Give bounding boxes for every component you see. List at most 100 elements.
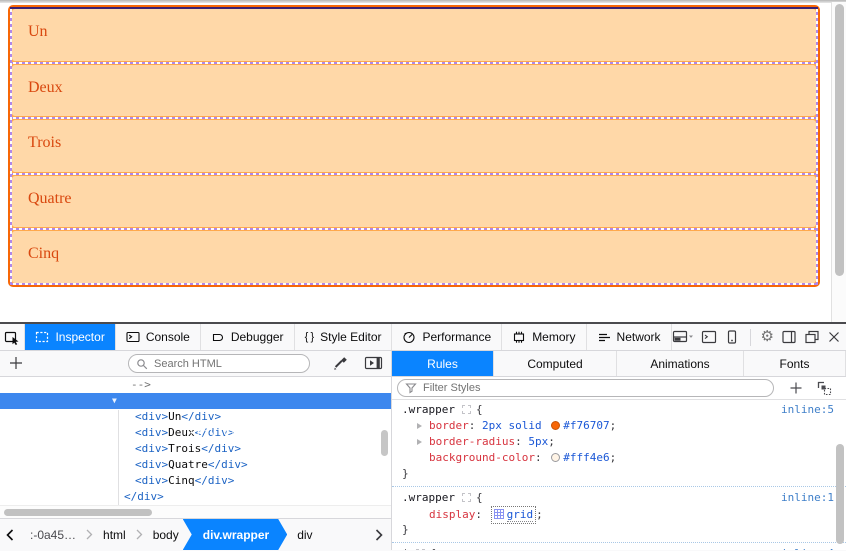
child-node[interactable]: <div>Trois</div> [0, 441, 391, 457]
grid-row-label: Deux [28, 79, 63, 96]
markup-horizontal-thumb[interactable] [4, 509, 152, 516]
indent-guide [118, 410, 119, 505]
tab-fonts[interactable]: Fonts [744, 351, 846, 376]
rules-list: .wrapper{inline:5 border: 2px solid #f76… [392, 400, 846, 550]
tab-performance[interactable]: Performance [392, 324, 502, 350]
filter-styles-box[interactable] [397, 379, 774, 397]
inspector-icon [35, 330, 49, 344]
rule-selector[interactable]: .wrapper{inline:1 [392, 490, 846, 506]
breadcrumb-item-html[interactable]: html [93, 528, 136, 542]
rule-close: } [392, 522, 846, 538]
pseudo-class-panel-icon[interactable] [816, 380, 833, 397]
breadcrumb-item-body[interactable]: body [143, 528, 189, 542]
css-declaration[interactable]: display: grid; [392, 506, 846, 522]
responsive-mode-button[interactable] [724, 329, 740, 345]
color-swatch[interactable] [551, 453, 560, 462]
rule-close: } [392, 466, 846, 482]
browser-viewport: Un Deux Trois Quatre Cinq [0, 0, 846, 322]
pick-element-button[interactable] [0, 324, 25, 350]
css-declaration[interactable]: border-radius: 5px; [392, 434, 846, 450]
tab-network[interactable]: Network [587, 324, 672, 350]
close-devtools-button[interactable] [827, 330, 841, 344]
closing-tag-node[interactable]: </div> [0, 489, 391, 505]
tab-memory[interactable]: Memory [502, 324, 586, 350]
grid-row: Cinq [10, 229, 818, 285]
markup-horizontal-scrollbar[interactable] [0, 505, 391, 518]
search-html-input[interactable] [152, 357, 282, 371]
sidebar-tabbar: Rules Computed Animations Fonts [392, 351, 846, 377]
memory-icon [512, 330, 526, 344]
expand-arrow-icon[interactable] [417, 423, 422, 429]
breadcrumb: :-0a45… html body div.wrapper div [0, 518, 391, 550]
split-console-button[interactable] [701, 329, 717, 345]
eyedropper-icon[interactable] [331, 355, 349, 373]
child-node[interactable]: <div>Un</div> [0, 409, 391, 425]
expand-caret-icon[interactable]: ▼ [112, 393, 117, 409]
rule-selector[interactable]: *{inline:4 [392, 546, 846, 550]
rule-source-link[interactable]: inline:4 [781, 546, 834, 550]
tab-label: Performance [422, 330, 491, 344]
tab-style-editor[interactable]: { } Style Editor [295, 324, 393, 350]
grid-row: Trois [10, 118, 818, 174]
add-node-button[interactable] [8, 355, 24, 371]
css-declaration[interactable]: background-color: #fff4e6; [392, 450, 846, 466]
devtools-body: --> ▼ <div class="wrapper"> <div>Un</div… [0, 351, 846, 550]
css-declaration[interactable]: border: 2px solid #f76707; [392, 418, 846, 434]
filter-icon [405, 382, 417, 394]
grid-row: Un [10, 7, 818, 63]
page-scrollbar[interactable] [831, 2, 846, 322]
devtools-panel: Inspector Console Debugger { } Style Edi… [0, 324, 846, 551]
rule-selector[interactable]: .wrapper{inline:5 [392, 402, 846, 418]
grid-row-label: Trois [28, 134, 61, 151]
selector-highlighter-icon[interactable] [462, 405, 471, 414]
search-html-box[interactable] [128, 354, 310, 373]
grid-wrapper: Un Deux Trois Quatre Cinq [8, 5, 820, 287]
sidebar-toggle-button[interactable] [781, 329, 797, 345]
debugger-icon [211, 330, 225, 344]
child-node[interactable]: <div>Quatre</div> [0, 457, 391, 473]
chevron-right-icon [86, 529, 93, 540]
tab-inspector[interactable]: Inspector [25, 324, 115, 350]
comment-end-node[interactable]: --> [0, 377, 391, 393]
rule-source-link[interactable]: inline:5 [781, 402, 834, 418]
rules-pane: Rules Computed Animations Fonts [392, 351, 846, 550]
breadcrumb-item-frame[interactable]: :-0a45… [20, 528, 86, 542]
selected-node-wrapper[interactable]: ▼ <div class="wrapper"> [0, 393, 391, 409]
rules-toolbar [392, 377, 846, 400]
breadcrumb-back-icon[interactable] [6, 529, 14, 541]
child-node[interactable]: <div>Cinq</div> [0, 473, 391, 489]
grid-highlighter-toggle-icon[interactable] [494, 509, 504, 519]
tab-label: Memory [532, 330, 575, 344]
tab-rules[interactable]: Rules [392, 351, 494, 376]
breadcrumb-item-div[interactable]: div [287, 528, 322, 542]
page-scrollbar-thumb[interactable] [835, 4, 844, 276]
tab-label: Style Editor [320, 330, 381, 344]
grid-row-label: Cinq [28, 245, 59, 262]
grid-row: Quatre [10, 174, 818, 230]
selector-highlighter-icon[interactable] [462, 493, 471, 502]
color-swatch[interactable] [551, 421, 560, 430]
markup-toolbar [0, 351, 391, 377]
breadcrumb-forward-icon[interactable] [375, 529, 383, 541]
settings-gear-icon[interactable]: ⚙ [761, 329, 774, 345]
markup-scrollbar-thumb[interactable] [381, 430, 388, 456]
filter-styles-input[interactable] [421, 381, 721, 395]
rules-scrollbar-thumb[interactable] [836, 444, 844, 544]
rule-separator [392, 542, 846, 543]
rule-source-link[interactable]: inline:1 [781, 490, 834, 506]
devtools-tabbar: Inspector Console Debugger { } Style Edi… [0, 324, 846, 351]
tab-computed[interactable]: Computed [494, 351, 617, 376]
grid-row-label: Un [28, 23, 48, 40]
tab-console[interactable]: Console [116, 324, 201, 350]
separate-window-button[interactable] [804, 329, 820, 345]
chevron-right-icon [136, 529, 143, 540]
expand-arrow-icon[interactable] [417, 439, 422, 445]
selector-highlighter-icon[interactable] [416, 549, 425, 550]
breadcrumb-item-selected[interactable]: div.wrapper [183, 519, 287, 550]
tab-debugger[interactable]: Debugger [201, 324, 295, 350]
tab-label: Debugger [231, 330, 284, 344]
tab-animations[interactable]: Animations [617, 351, 744, 376]
add-rule-button[interactable] [788, 380, 804, 396]
dock-position-button[interactable] [672, 329, 694, 345]
three-pane-toggle-icon[interactable] [364, 355, 384, 371]
